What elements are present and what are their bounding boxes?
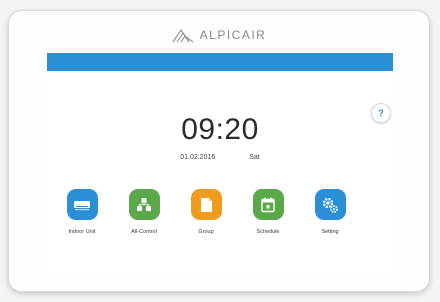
menu-label-setting: Setting bbox=[321, 229, 339, 235]
controller-device: ALPICAIR ? 09:20 01.02.2016 Sat Indoor U… bbox=[8, 10, 430, 292]
brand-header: ALPICAIR bbox=[9, 23, 429, 47]
menu-item-group[interactable]: Group bbox=[179, 189, 233, 235]
menu-item-schedule[interactable]: Schedule bbox=[241, 189, 295, 235]
menu-label-all-control: All-Control bbox=[131, 229, 157, 235]
all-control-icon bbox=[137, 197, 151, 211]
date-row: 01.02.2016 Sat bbox=[47, 154, 393, 161]
calendar-icon bbox=[261, 197, 275, 212]
menu-label-schedule: Schedule bbox=[256, 229, 280, 235]
top-status-bar bbox=[47, 53, 393, 71]
alpicair-logo-icon bbox=[172, 28, 194, 43]
menu-label-indoor-unit: Indoor Unit bbox=[68, 229, 96, 235]
brand-name: ALPICAIR bbox=[199, 28, 267, 42]
menu-tile-all-control[interactable] bbox=[128, 189, 160, 220]
menu-tile-setting[interactable] bbox=[314, 189, 346, 220]
settings-gear-icon bbox=[322, 197, 338, 213]
menu-tile-schedule[interactable] bbox=[252, 189, 284, 220]
touch-screen: ? 09:20 01.02.2016 Sat Indoor Unit All-C… bbox=[47, 53, 393, 275]
group-folder-icon bbox=[201, 197, 212, 212]
indoor-unit-icon bbox=[74, 200, 90, 210]
clock-time: 09:20 bbox=[181, 113, 259, 146]
current-date: 01.02.2016 bbox=[180, 154, 216, 161]
menu-item-all-control[interactable]: All-Control bbox=[117, 189, 171, 235]
menu-item-indoor-unit[interactable]: Indoor Unit bbox=[55, 189, 109, 235]
menu-tile-group[interactable] bbox=[190, 189, 222, 220]
menu-label-group: Group bbox=[198, 229, 214, 235]
menu-tile-indoor-unit[interactable] bbox=[66, 189, 98, 220]
menu-item-setting[interactable]: Setting bbox=[303, 189, 357, 235]
current-weekday: Sat bbox=[249, 154, 260, 161]
main-menu: Indoor Unit All-Control Group Schedule S… bbox=[47, 189, 393, 259]
